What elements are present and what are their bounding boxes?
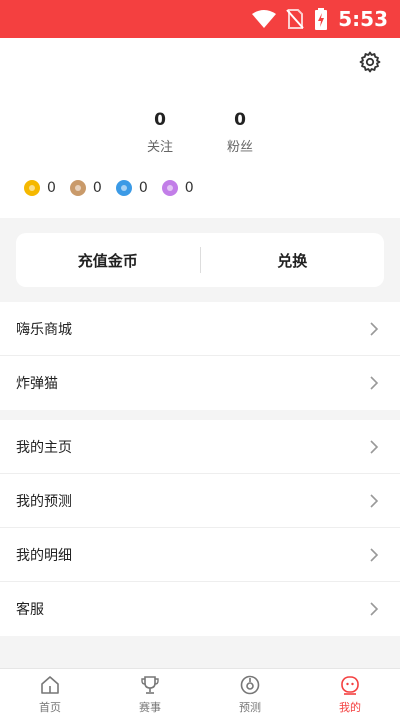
purple-gem-balance: 0 bbox=[161, 180, 194, 196]
menu-item-label: 嗨乐商城 bbox=[16, 321, 72, 338]
menu-item-label: 我的主页 bbox=[16, 439, 72, 456]
chevron-right-icon bbox=[370, 376, 379, 390]
currency-balances: 0 0 0 0 bbox=[24, 180, 194, 196]
no-sim-icon bbox=[286, 9, 304, 29]
tab-predictions[interactable]: 预测 bbox=[200, 669, 300, 720]
wifi-icon bbox=[252, 10, 277, 28]
purple-gem-icon bbox=[161, 180, 178, 196]
home-icon bbox=[41, 676, 59, 694]
menu-group-games: 嗨乐商城 炸弹猫 bbox=[0, 302, 400, 410]
profile-face-icon bbox=[341, 676, 359, 695]
tab-label: 我的 bbox=[339, 701, 361, 714]
follow-stats: 0 关注 0 粉丝 bbox=[0, 110, 400, 155]
gold-coin-value: 0 bbox=[47, 180, 56, 196]
blue-gem-icon bbox=[115, 180, 132, 196]
prediction-icon bbox=[240, 675, 260, 695]
chevron-right-icon bbox=[370, 321, 379, 336]
menu-item-mall[interactable]: 嗨乐商城 bbox=[0, 302, 400, 356]
bronze-coin-balance: 0 bbox=[69, 180, 102, 196]
menu-item-my-predictions[interactable]: 我的预测 bbox=[0, 474, 400, 528]
menu-item-label: 炸弹猫 bbox=[16, 376, 58, 392]
gold-coin-icon bbox=[24, 180, 40, 196]
trophy-icon bbox=[141, 676, 159, 694]
recharge-coins-button[interactable]: 充值金币 bbox=[16, 233, 200, 287]
menu-item-label: 我的明细 bbox=[16, 547, 72, 564]
following-count: 0 bbox=[154, 110, 166, 130]
chevron-right-icon bbox=[370, 493, 379, 508]
menu-item-my-homepage[interactable]: 我的主页 bbox=[0, 420, 400, 474]
bronze-coin-value: 0 bbox=[92, 180, 102, 196]
fans-label: 粉丝 bbox=[226, 140, 253, 155]
fans-stat[interactable]: 0 粉丝 bbox=[225, 110, 255, 155]
chevron-right-icon bbox=[370, 547, 379, 562]
status-bar: 5:53 bbox=[0, 0, 400, 38]
tab-mine[interactable]: 我的 bbox=[300, 669, 400, 720]
wallet-actions-card: 充值金币 兑换 bbox=[16, 233, 384, 287]
gold-coin-balance: 0 bbox=[24, 180, 56, 196]
fans-count: 0 bbox=[234, 110, 246, 130]
blue-gem-value: 0 bbox=[138, 180, 148, 196]
menu-group-account: 我的主页 我的预测 我的明细 客服 bbox=[0, 420, 400, 636]
chevron-right-icon bbox=[370, 439, 379, 454]
menu-item-label: 我的预测 bbox=[16, 493, 72, 510]
menu-item-label: 客服 bbox=[16, 602, 44, 618]
tab-label: 赛事 bbox=[139, 701, 161, 714]
purple-gem-value: 0 bbox=[184, 180, 194, 196]
tab-label: 首页 bbox=[39, 701, 61, 714]
bronze-coin-icon bbox=[69, 180, 86, 196]
exchange-button[interactable]: 兑换 bbox=[201, 233, 385, 287]
battery-charging-icon bbox=[314, 8, 328, 30]
settings-gear-icon[interactable] bbox=[358, 50, 382, 74]
menu-item-bomb-cat[interactable]: 炸弹猫 bbox=[0, 356, 400, 410]
tab-home[interactable]: 首页 bbox=[0, 669, 100, 720]
chevron-right-icon bbox=[370, 602, 379, 616]
menu-item-customer-service[interactable]: 客服 bbox=[0, 582, 400, 636]
tab-matches[interactable]: 赛事 bbox=[100, 669, 200, 720]
bottom-tab-bar: 首页 赛事 预测 我的 bbox=[0, 668, 400, 720]
tab-label: 预测 bbox=[239, 701, 261, 714]
following-label: 关注 bbox=[146, 140, 173, 155]
status-time: 5:53 bbox=[338, 7, 388, 31]
blue-gem-balance: 0 bbox=[115, 180, 148, 196]
profile-section: 0 关注 0 粉丝 0 0 0 0 bbox=[0, 38, 400, 218]
following-stat[interactable]: 0 关注 bbox=[145, 110, 175, 155]
menu-item-my-details[interactable]: 我的明细 bbox=[0, 528, 400, 582]
